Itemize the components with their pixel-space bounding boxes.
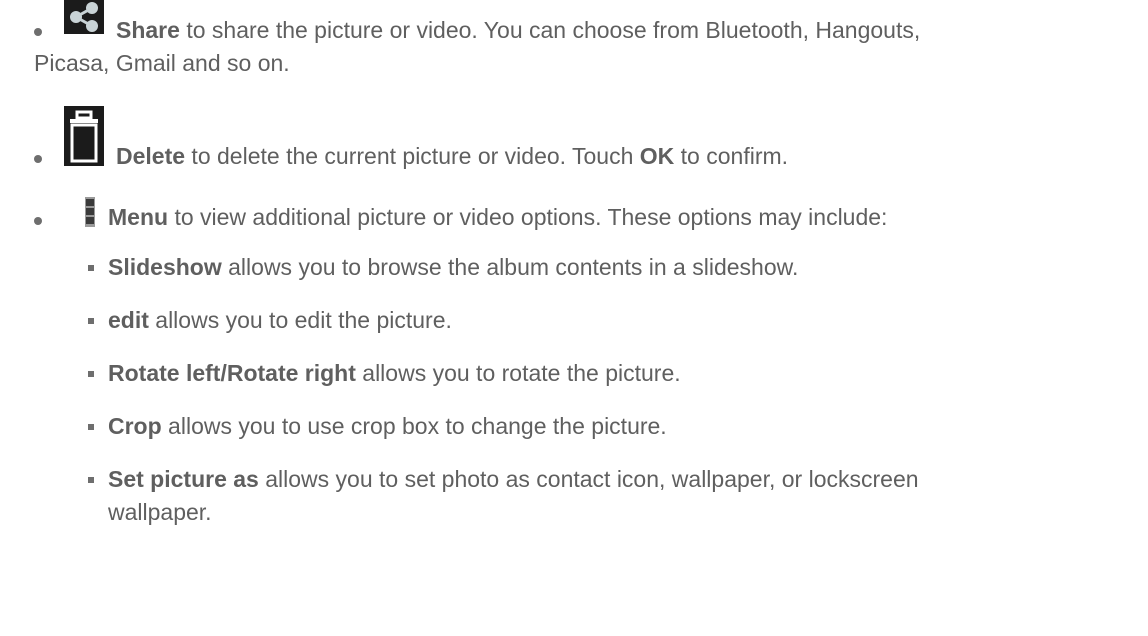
sub-item-text: allows you to browse the album contents … xyxy=(221,254,799,280)
sub-item-line: Crop allows you to use crop box to chang… xyxy=(108,410,667,443)
item-line: Menu to view additional picture or video… xyxy=(108,201,887,234)
item-text: to delete the current picture or video. … xyxy=(185,143,640,169)
item-text: to view additional picture or video opti… xyxy=(168,204,888,230)
sub-item-line: Set picture as allows you to set photo a… xyxy=(108,463,919,496)
sub-item-text: wallpaper. xyxy=(108,499,212,525)
sub-item-title: Rotate left/Rotate right xyxy=(108,360,356,386)
item-line-continued: Picasa, Gmail and so on. xyxy=(34,47,290,80)
sub-item-line: Slideshow allows you to browse the album… xyxy=(108,251,798,284)
ok-label: OK xyxy=(639,143,675,169)
sub-item-title: Crop xyxy=(108,413,162,439)
sub-item-title: Set picture as xyxy=(108,466,259,492)
overflow-menu-icon xyxy=(85,197,95,227)
bullet-dot xyxy=(34,217,42,225)
bullet-dot xyxy=(34,28,42,36)
share-icon xyxy=(64,0,104,34)
bullet-square xyxy=(88,424,94,430)
item-title: Share xyxy=(116,17,180,43)
item-text: to confirm. xyxy=(674,143,789,169)
item-line: Delete to delete the current picture or … xyxy=(116,140,788,173)
sub-item-line-continued: wallpaper. xyxy=(108,496,212,529)
item-title: Delete xyxy=(116,143,186,169)
bullet-square xyxy=(88,477,94,483)
sub-item-text: allows you to rotate the picture. xyxy=(355,360,681,386)
item-text: to share the picture or video. You can c… xyxy=(179,17,921,43)
bullet-square xyxy=(88,265,94,271)
bullet-square xyxy=(88,371,94,377)
sub-item-text: allows you to set photo as contact icon,… xyxy=(258,466,919,492)
sub-item-text: allows you to edit the picture. xyxy=(148,307,452,333)
bullet-square xyxy=(88,318,94,324)
sub-item-title: edit xyxy=(108,307,149,333)
trash-icon xyxy=(64,106,104,166)
sub-item-title: Slideshow xyxy=(108,254,222,280)
sub-item-line: edit allows you to edit the picture. xyxy=(108,304,452,337)
item-title: Menu xyxy=(108,204,169,230)
sub-item-text: allows you to use crop box to change the… xyxy=(161,413,667,439)
item-text: Picasa, Gmail and so on. xyxy=(34,50,290,76)
document-page: Share to share the picture or video. You… xyxy=(0,0,1148,636)
sub-item-line: Rotate left/Rotate right allows you to r… xyxy=(108,357,681,390)
bullet-dot xyxy=(34,155,42,163)
item-line: Share to share the picture or video. You… xyxy=(116,14,920,47)
